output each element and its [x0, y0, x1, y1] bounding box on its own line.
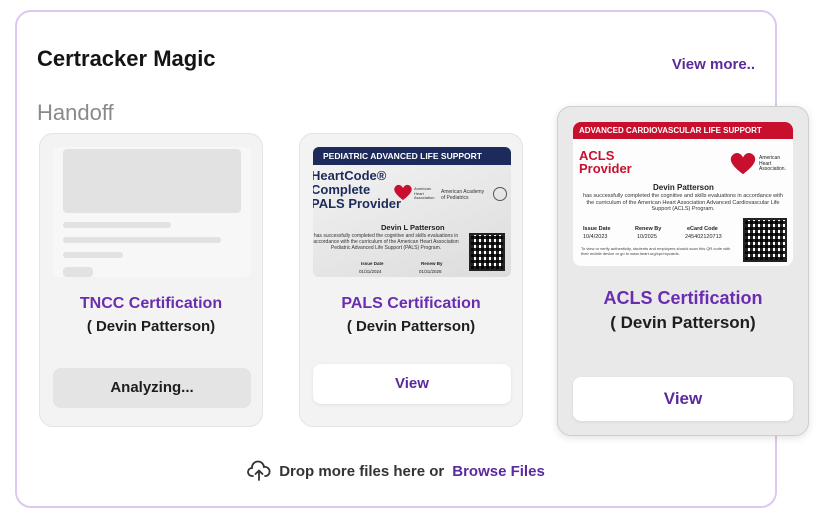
- acls-ecard-label: eCard Code: [687, 226, 718, 232]
- cert-name: PALS Certification: [341, 295, 481, 312]
- skeleton-line: [63, 237, 221, 243]
- certification-card-tncc: TNCC Certification ( Devin Patterson) An…: [39, 133, 263, 427]
- section-label: Handoff: [37, 100, 114, 125]
- certification-card-acls: ADVANCED CARDIOVASCULAR LIFE SUPPORT ACL…: [557, 106, 809, 436]
- pals-issue-date: 01/31/2024: [359, 269, 382, 274]
- skeleton-thumbnail: [53, 147, 251, 277]
- cert-holder: ( Devin Patterson): [610, 313, 756, 332]
- acls-renew-label: Renew By: [635, 226, 662, 232]
- acls-issue-label: Issue Date: [583, 226, 611, 232]
- pals-banner-text: PEDIATRIC ADVANCED LIFE SUPPORT: [323, 151, 482, 161]
- skeleton-image: [63, 149, 241, 213]
- cert-name: TNCC Certification: [79, 295, 223, 312]
- cert-holder: ( Devin Patterson): [346, 318, 476, 335]
- acls-banner-text: ADVANCED CARDIOVASCULAR LIFE SUPPORT: [579, 126, 762, 135]
- acls-footer-text: To view or verify authenticity, students…: [581, 246, 731, 256]
- pals-renew-label: Renew By: [421, 261, 443, 266]
- qr-code-icon: [743, 218, 787, 262]
- pals-heading-2: Complete: [313, 182, 371, 197]
- heart-logo-icon: [394, 184, 412, 200]
- dropzone-text: Drop more files here or: [279, 463, 445, 480]
- aha-logo-text: American Heart Association: [414, 186, 435, 200]
- skeleton-line: [63, 252, 123, 258]
- heart-logo-icon: [730, 153, 756, 175]
- acls-ecard-code: 245402120713: [685, 234, 722, 240]
- view-pals-button[interactable]: View: [313, 364, 511, 404]
- acls-title-2: Provider: [579, 161, 632, 176]
- acls-issue-date: 10/4/2023: [583, 234, 608, 240]
- certracker-panel: Certracker Magic View more.. Handoff TNC…: [15, 10, 809, 508]
- view-more-link[interactable]: View more..: [672, 56, 755, 73]
- pals-person-name: Devin L Patterson: [381, 223, 445, 232]
- cloud-upload-icon: [247, 460, 271, 481]
- browse-files-link[interactable]: Browse Files: [452, 463, 545, 480]
- acls-card-image: ADVANCED CARDIOVASCULAR LIFE SUPPORT ACL…: [573, 122, 793, 266]
- pals-heading-1: HeartCode®: [313, 168, 387, 183]
- skeleton-chip: [63, 267, 93, 277]
- aha-logo-text: American Heart Association.: [759, 155, 786, 172]
- certification-card-pals: PEDIATRIC ADVANCED LIFE SUPPORT HeartCod…: [299, 133, 523, 427]
- page-title: Certracker Magic: [37, 46, 216, 71]
- qr-code-icon: [469, 233, 505, 271]
- analyzing-status-button: Analyzing...: [53, 368, 251, 408]
- acls-person-name: Devin Patterson: [653, 183, 714, 192]
- skeleton-line: [63, 222, 171, 228]
- acls-renew-date: 10/2025: [637, 234, 657, 240]
- dropzone[interactable]: Drop more files here or Browse Files: [17, 460, 775, 482]
- pals-heading-3: PALS Provider: [313, 196, 402, 211]
- pals-card-image: PEDIATRIC ADVANCED LIFE SUPPORT HeartCod…: [313, 147, 511, 277]
- aap-seal-icon: [493, 187, 507, 201]
- pals-issue-label: Issue Date: [361, 261, 384, 266]
- pals-body-text: has successfully completed the cognitive…: [313, 233, 459, 251]
- aap-logo-text: American Academy of Pediatrics: [441, 189, 485, 201]
- view-acls-button[interactable]: View: [573, 377, 793, 421]
- pals-renew-date: 01/31/2026: [419, 269, 442, 274]
- cert-name: ACLS Certification: [603, 288, 763, 308]
- acls-body-text: has successfully completed the cognitive…: [583, 193, 783, 212]
- cert-holder: ( Devin Patterson): [86, 318, 216, 335]
